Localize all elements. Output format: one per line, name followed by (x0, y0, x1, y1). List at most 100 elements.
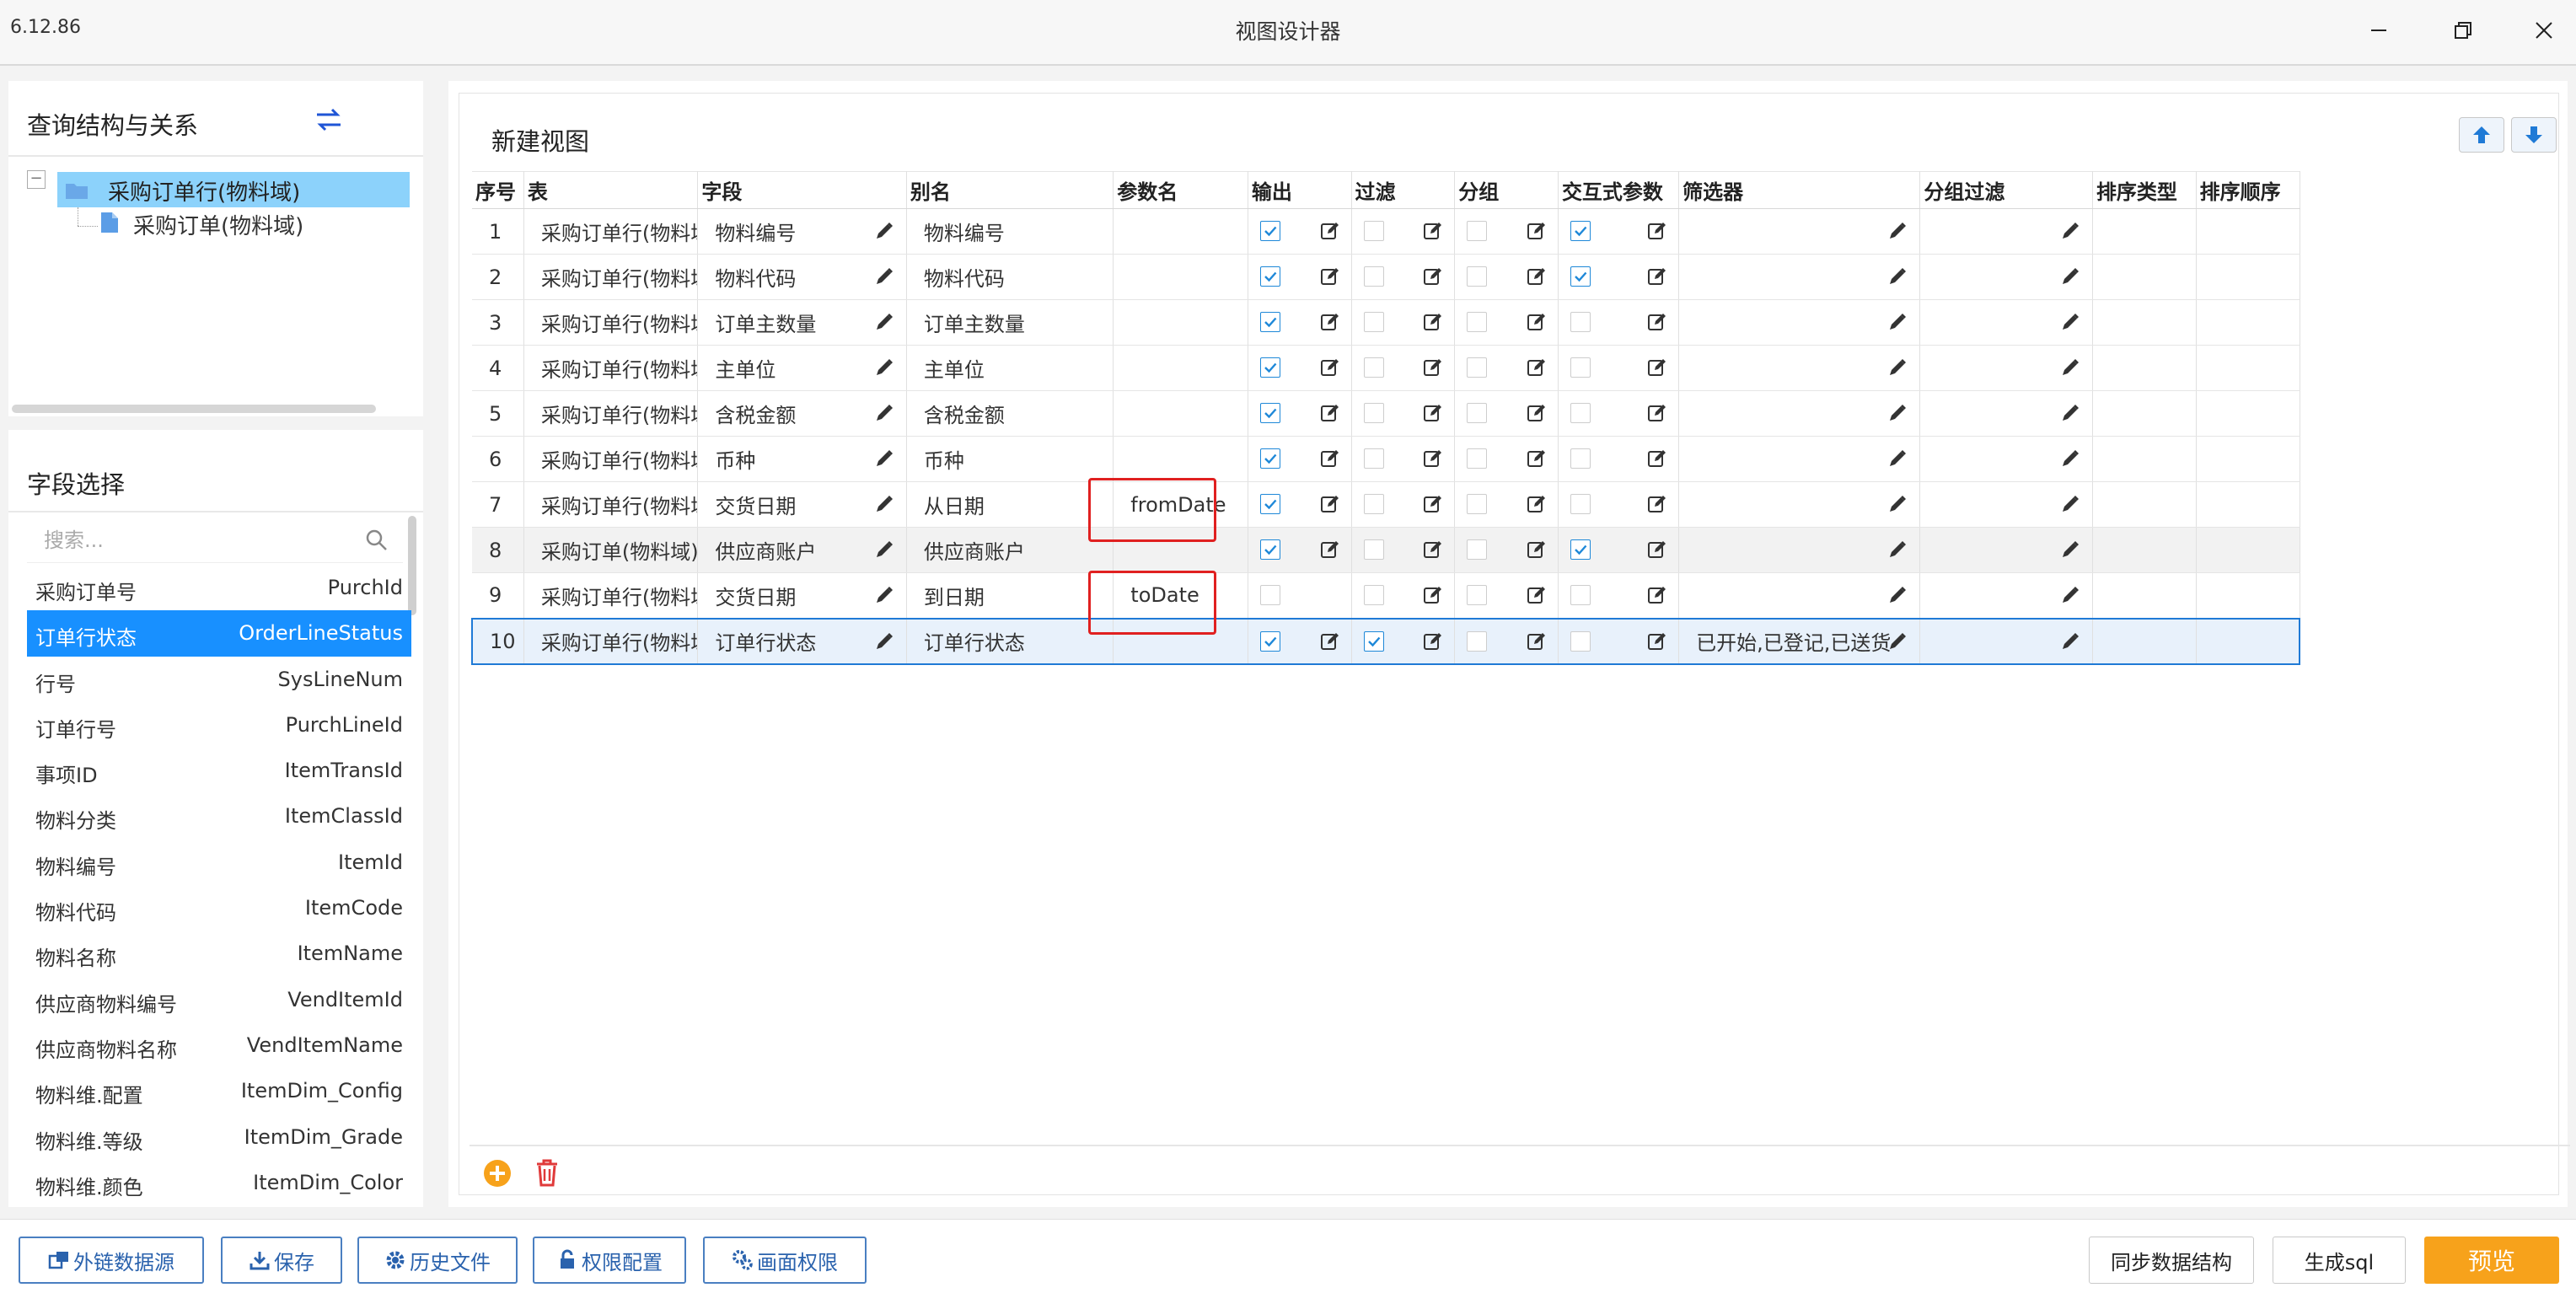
group-checkbox[interactable] (1467, 403, 1488, 423)
filter-cell[interactable] (1678, 572, 1921, 619)
filter-cell[interactable] (1678, 481, 1921, 528)
collapse-icon[interactable]: − (27, 170, 46, 189)
sort-order-cell[interactable] (2196, 390, 2300, 437)
filter-checkbox[interactable] (1363, 494, 1384, 514)
group-checkbox[interactable] (1467, 539, 1488, 560)
output-checkbox[interactable] (1259, 585, 1280, 605)
sort-order-cell[interactable] (2196, 572, 2300, 619)
generate-sql-button[interactable]: 生成sql (2273, 1237, 2406, 1284)
filter-checkbox[interactable] (1363, 357, 1384, 378)
alias-cell[interactable]: 订单行状态 (906, 617, 1114, 665)
interactive-checkbox[interactable] (1570, 312, 1591, 332)
field-list-item[interactable]: 物料编号 ItemId (27, 840, 411, 885)
sort-order-cell[interactable] (2196, 299, 2300, 346)
restore-button[interactable] (2438, 8, 2488, 52)
column-header[interactable]: 筛选器 (1678, 171, 1921, 209)
group-filter-cell[interactable] (1919, 299, 2093, 346)
field-cell[interactable]: 物料代码 (697, 254, 907, 300)
group-checkbox[interactable] (1467, 630, 1488, 652)
table-cell[interactable]: 采购订单(物料域) (523, 527, 699, 573)
field-cell[interactable]: 主单位 (697, 345, 907, 391)
sort-order-cell[interactable] (2196, 527, 2300, 573)
column-header[interactable]: 字段 (697, 171, 907, 209)
alias-cell[interactable]: 从日期 (906, 481, 1114, 528)
column-header[interactable]: 表 (523, 171, 699, 209)
search-input[interactable] (44, 524, 347, 556)
field-list-item[interactable]: 供应商物料名称 VendItemName (27, 1022, 411, 1068)
swap-icon[interactable] (312, 106, 346, 133)
group-filter-cell[interactable] (1919, 617, 2093, 665)
output-checkbox[interactable] (1259, 630, 1280, 652)
filter-cell[interactable] (1678, 436, 1921, 482)
group-filter-cell[interactable] (1919, 481, 2093, 528)
filter-checkbox[interactable] (1363, 403, 1384, 423)
row-index[interactable]: 8 (472, 527, 524, 573)
preview-button[interactable]: 预览 (2424, 1237, 2559, 1284)
horizontal-scrollbar[interactable] (12, 405, 376, 413)
sort-order-cell[interactable] (2196, 617, 2300, 665)
table-row[interactable]: 1采购订单行(物料域)物料编号物料编号 (472, 208, 2300, 255)
group-checkbox[interactable] (1467, 494, 1488, 514)
column-header[interactable]: 过滤 (1351, 171, 1456, 209)
field-list-item[interactable]: 物料分类 ItemClassId (27, 793, 411, 839)
alias-cell[interactable]: 到日期 (906, 572, 1114, 619)
sort-type-cell[interactable] (2092, 481, 2197, 528)
table-cell[interactable]: 采购订单行(物料域) (523, 390, 699, 437)
column-header[interactable]: 序号 (472, 171, 524, 209)
table-row[interactable]: 7采购订单行(物料域)交货日期从日期fromDate (472, 481, 2300, 528)
sync-structure-button[interactable]: 同步数据结构 (2089, 1237, 2254, 1284)
group-checkbox[interactable] (1467, 448, 1488, 469)
field-list-item[interactable]: 采购订单号 PurchId (27, 565, 411, 610)
filter-cell[interactable] (1678, 254, 1921, 300)
table-cell[interactable]: 采购订单行(物料域) (523, 254, 699, 300)
field-list-item[interactable]: 物料代码 ItemCode (27, 885, 411, 931)
field-list-item[interactable]: 行号 SysLineNum (27, 657, 411, 702)
filter-cell[interactable] (1678, 345, 1921, 391)
column-header[interactable]: 排序顺序 (2196, 171, 2300, 209)
table-cell[interactable]: 采购订单行(物料域) (523, 436, 699, 482)
row-index[interactable]: 7 (472, 481, 524, 528)
field-cell[interactable]: 含税金额 (697, 390, 907, 437)
param-cell[interactable] (1113, 254, 1248, 300)
filter-checkbox[interactable] (1363, 448, 1384, 469)
interactive-checkbox[interactable] (1570, 630, 1591, 652)
field-list-item[interactable]: 供应商物料编号 VendItemId (27, 977, 411, 1022)
interactive-checkbox[interactable] (1570, 403, 1591, 423)
param-cell[interactable] (1113, 299, 1248, 346)
interactive-checkbox[interactable] (1570, 266, 1591, 287)
history-button[interactable]: 历史文件 (357, 1237, 518, 1284)
group-filter-cell[interactable] (1919, 390, 2093, 437)
output-checkbox[interactable] (1259, 266, 1280, 287)
filter-checkbox[interactable] (1363, 266, 1384, 287)
column-header[interactable]: 别名 (906, 171, 1114, 209)
row-index[interactable]: 2 (472, 254, 524, 300)
field-list-item[interactable]: 订单行状态 OrderLineStatus (27, 610, 411, 657)
row-index[interactable]: 6 (472, 436, 524, 482)
filter-checkbox[interactable] (1363, 221, 1384, 241)
alias-cell[interactable]: 物料代码 (906, 254, 1114, 300)
column-header[interactable]: 交互式参数 (1558, 171, 1680, 209)
add-row-icon[interactable] (483, 1159, 512, 1188)
filter-cell[interactable] (1678, 299, 1921, 346)
group-filter-cell[interactable] (1919, 572, 2093, 619)
sort-type-cell[interactable] (2092, 436, 2197, 482)
column-header[interactable]: 排序类型 (2092, 171, 2197, 209)
sort-type-cell[interactable] (2092, 254, 2197, 300)
column-header[interactable]: 分组过滤 (1919, 171, 2093, 209)
sort-order-cell[interactable] (2196, 208, 2300, 255)
tree-node-root[interactable]: 采购订单行(物料域) (57, 172, 410, 207)
row-index[interactable]: 5 (472, 390, 524, 437)
column-header[interactable]: 参数名 (1113, 171, 1248, 209)
alias-cell[interactable]: 供应商账户 (906, 527, 1114, 573)
param-cell[interactable] (1113, 208, 1248, 255)
field-list-item[interactable]: 物料维.等级 ItemDim_Grade (27, 1114, 411, 1160)
filter-cell[interactable]: 已开始,已登记,已送货 (1678, 617, 1921, 665)
sort-type-cell[interactable] (2092, 527, 2197, 573)
sort-type-cell[interactable] (2092, 299, 2197, 346)
table-row[interactable]: 4采购订单行(物料域)主单位主单位 (472, 345, 2300, 391)
filter-cell[interactable] (1678, 208, 1921, 255)
filter-cell[interactable] (1678, 390, 1921, 437)
column-header[interactable]: 输出 (1248, 171, 1352, 209)
permission-config-button[interactable]: 权限配置 (533, 1237, 686, 1284)
field-list-item[interactable]: 物料维.配置 ItemDim_Config (27, 1068, 411, 1113)
